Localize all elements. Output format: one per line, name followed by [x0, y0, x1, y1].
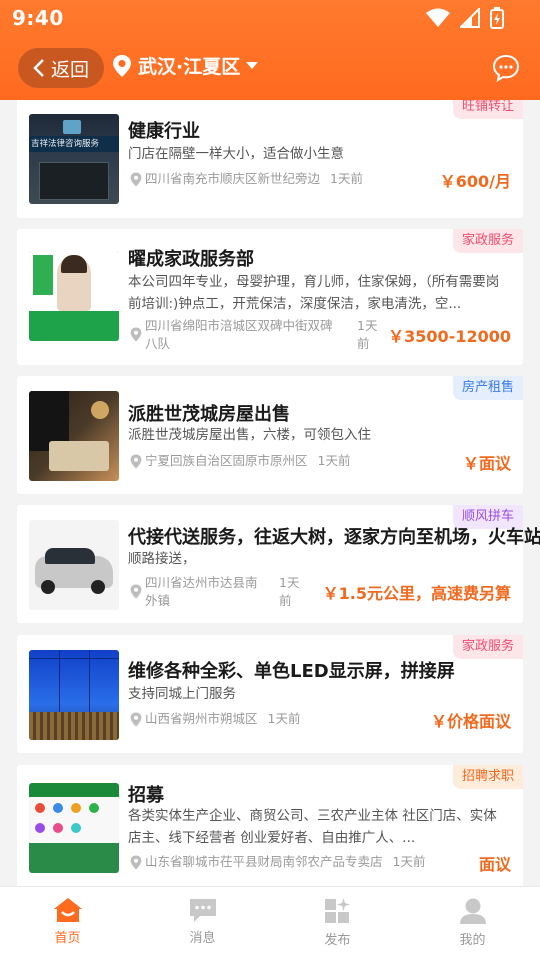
- listing-title: 健康行业: [128, 121, 200, 142]
- location-pin-icon: [130, 712, 142, 726]
- listing-time: 1天前: [317, 453, 351, 468]
- listing-price: ￥600/月: [439, 172, 511, 191]
- listing-title: 曜成家政服务部: [128, 249, 254, 270]
- listing-price: ￥面议: [462, 454, 511, 473]
- listing-description: 支持同城上门服务: [128, 686, 236, 702]
- chevron-left-icon: [33, 59, 44, 77]
- signal-icon: [460, 8, 480, 28]
- listing-address: 宁夏回族自治区固原市原州区: [145, 453, 308, 468]
- listing-thumbnail: 吉祥法律咨询服务: [29, 114, 119, 204]
- location-pin-icon: [113, 54, 131, 77]
- listing-thumbnail: [29, 650, 119, 740]
- listing-price: ￥3500-12000: [388, 327, 511, 346]
- category-tag: 房产租售: [452, 376, 523, 400]
- location-pin-icon: [130, 327, 142, 342]
- listing-time: 1天前: [279, 575, 300, 608]
- listing-description: 本公司四年专业，母婴护理，育儿师，住家保姆，（所有需要岗前培训:)钟点工，开荒保…: [128, 274, 500, 312]
- listing-thumbnail: [29, 783, 119, 873]
- listing-address: 四川省南充市顺庆区新世纪旁边: [145, 171, 321, 186]
- location-selector[interactable]: 武汉·江夏区: [112, 52, 259, 79]
- listing-price: ￥价格面议: [430, 712, 511, 731]
- listing-description: 派胜世茂城房屋出售，六楼，可领包入住: [128, 427, 371, 443]
- publish-icon: [324, 898, 350, 923]
- top-header: 9:40 返回 武汉·江夏区: [0, 0, 540, 100]
- listing-card[interactable]: 家政服务 曜成家政服务部 本公司四年专业，母婴护理，育儿师，住家保姆，（所有需要…: [17, 229, 523, 365]
- listing-time: 1天前: [330, 171, 363, 186]
- listing-title: 维修各种全彩、单色LED显示屏，拼接屏: [128, 661, 455, 682]
- caret-down-icon: [246, 61, 259, 69]
- listing-thumbnail: [29, 520, 119, 610]
- location-pin-icon: [130, 855, 142, 869]
- wifi-icon: [426, 8, 450, 27]
- tab-messages-label: 消息: [189, 931, 216, 946]
- tab-home-label: 首页: [54, 931, 81, 946]
- listing-description: 顺路接送，: [128, 551, 196, 567]
- thumbnail-sign-text: 吉祥法律咨询服务: [31, 139, 100, 149]
- listing-title: 代接代送服务，往返大树，逐家方向至机场，火车站: [128, 527, 540, 548]
- tab-profile-label: 我的: [459, 933, 486, 948]
- status-time: 9:40: [12, 6, 64, 30]
- battery-icon: [490, 7, 504, 29]
- listing-price: 面议: [478, 855, 511, 874]
- location-pin-icon: [130, 584, 142, 599]
- listing-time: 1天前: [267, 711, 301, 726]
- back-button[interactable]: 返回: [18, 48, 104, 88]
- listing-address: 四川省达州市达县南外镇: [145, 575, 258, 608]
- category-tag: 家政服务: [452, 635, 523, 659]
- home-icon: [53, 898, 82, 922]
- status-bar: 9:40: [0, 0, 540, 36]
- listing-address: 山西省朔州市朔城区: [145, 711, 258, 726]
- listing-address: 山东省聊城市茌平县财局南邻农产品专卖店: [145, 854, 383, 869]
- listing-time: 1天前: [357, 318, 378, 351]
- listing-card[interactable]: 房产租售 派胜世茂城房屋出售 派胜世茂城房屋出售，六楼，可领包入住 宁夏回族自治…: [17, 376, 523, 494]
- back-label: 返回: [50, 58, 89, 81]
- location-label: 武汉·江夏区: [138, 56, 241, 78]
- listing-description: 各类实体生产企业、商贸公司、三农产业主体 社区门店、实体店主、线下经营者 创业爱…: [128, 808, 497, 846]
- listing-title: 派胜世茂城房屋出售: [128, 404, 290, 425]
- category-tag: 招聘求职: [452, 765, 523, 789]
- profile-icon: [459, 898, 486, 924]
- bottom-tab-bar: 首页 消息 发布 我的: [0, 886, 540, 960]
- tab-messages[interactable]: 消息: [135, 887, 270, 960]
- listing-thumbnail: [29, 391, 119, 481]
- location-pin-icon: [130, 454, 142, 468]
- category-tag: 家政服务: [452, 229, 523, 253]
- nav-bar: 返回 武汉·江夏区: [0, 44, 540, 92]
- listing-feed[interactable]: 吉祥法律咨询服务 旺铺转让 健康行业 门店在隔壁一样大小，适合做小生意 四川省南…: [0, 100, 540, 886]
- tab-publish-label: 发布: [324, 933, 351, 948]
- tab-home[interactable]: 首页: [0, 887, 135, 960]
- message-icon: [189, 899, 216, 922]
- listing-title: 招募: [128, 785, 164, 806]
- listing-description: 门店在隔壁一样大小，适合做小生意: [128, 146, 344, 162]
- tab-publish[interactable]: 发布: [270, 887, 405, 960]
- listing-card[interactable]: 招聘求职 招募 各类实体生产企业、商贸公司、三农产业主体 社区门店、实体店主、线…: [17, 765, 523, 886]
- tab-profile[interactable]: 我的: [405, 887, 540, 960]
- location-pin-icon: [130, 172, 142, 186]
- listing-card[interactable]: 吉祥法律咨询服务 旺铺转让 健康行业 门店在隔壁一样大小，适合做小生意 四川省南…: [17, 100, 523, 218]
- listing-card[interactable]: 顺风拼车 代接代送服务，往返大树，逐家方向至机场，火车站 顺路接送， 四川省达州…: [17, 505, 540, 623]
- listing-address: 四川省绵阳市涪城区双碑中街双碑八队: [145, 318, 333, 351]
- listing-time: 1天前: [392, 854, 426, 869]
- listing-thumbnail: [29, 251, 119, 341]
- listing-card[interactable]: 家政服务 维修各种全彩、单色LED显示屏，拼接屏 支持同城上门服务 山西省朔州市…: [17, 635, 523, 753]
- category-tag: 旺铺转让: [452, 100, 523, 119]
- listing-price: ￥1.5元公里，高速费另算: [322, 584, 511, 603]
- chat-bubble-icon[interactable]: [492, 54, 520, 82]
